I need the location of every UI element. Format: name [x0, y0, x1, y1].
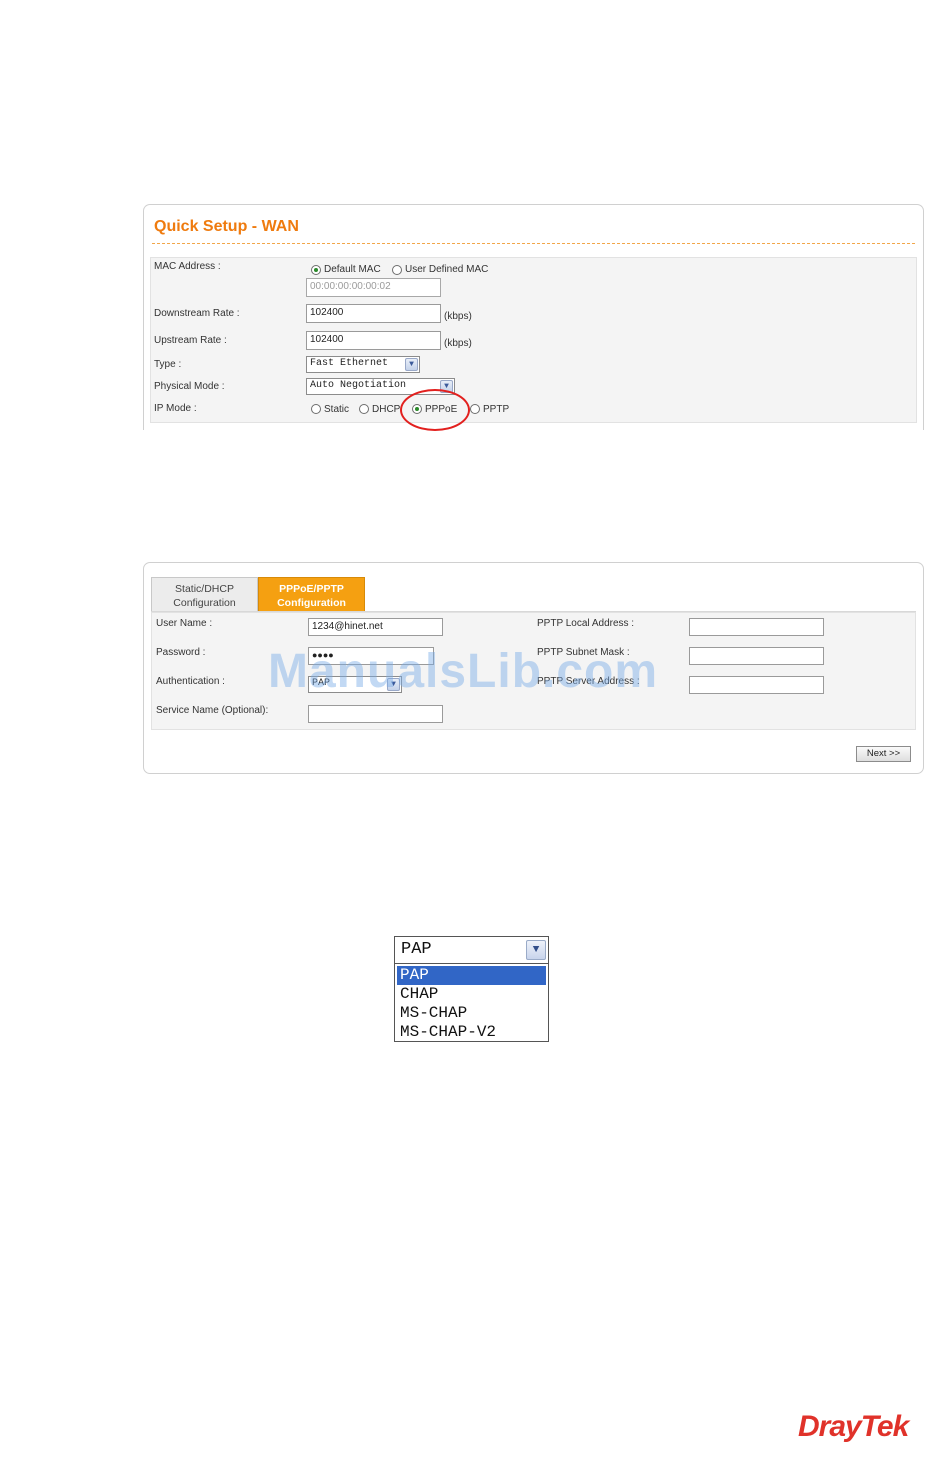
tab-static-dhcp[interactable]: Static/DHCP Configuration	[151, 577, 258, 612]
type-select[interactable]: Fast Ethernet ▼	[306, 356, 420, 373]
dropdown-option-chap[interactable]: CHAP	[397, 985, 546, 1004]
watermark: ManualsLib.com	[268, 645, 659, 698]
upstream-unit: (kbps)	[444, 338, 472, 349]
authentication-label: Authentication :	[156, 676, 225, 687]
draytek-logo: DrayTek	[798, 1410, 909, 1443]
pptp-local-address-label: PPTP Local Address :	[537, 618, 635, 629]
downstream-unit: (kbps)	[444, 311, 472, 322]
type-select-value: Fast Ethernet	[310, 358, 389, 369]
dropdown-selected-value[interactable]: PAP ▼	[395, 937, 548, 964]
page-title: Quick Setup - WAN	[154, 218, 299, 235]
service-name-field[interactable]	[308, 705, 443, 723]
tab-pppoe-pptp[interactable]: PPPoE/PPTP Configuration	[258, 577, 365, 612]
tab-pppoe-pptp-line1: PPPoE/PPTP	[279, 583, 344, 595]
user-defined-mac-radio[interactable]	[392, 265, 402, 275]
title-divider	[152, 243, 915, 244]
quick-setup-wan-panel: Quick Setup - WAN	[143, 204, 924, 430]
tab-static-dhcp-line2: Configuration	[173, 597, 236, 609]
service-name-label: Service Name (Optional):	[156, 705, 269, 716]
username-field[interactable]: 1234@hinet.net	[308, 618, 443, 636]
downstream-rate-field[interactable]: 102400	[306, 304, 441, 323]
ip-mode-static-radio[interactable]	[311, 404, 321, 414]
password-label: Password :	[156, 647, 206, 658]
pptp-local-address-field[interactable]	[689, 618, 824, 636]
dropdown-selected-text: PAP	[401, 940, 432, 959]
ip-mode-pptp-label: PPTP	[483, 404, 510, 415]
ip-mode-pptp-radio[interactable]	[470, 404, 480, 414]
physical-mode-label: Physical Mode :	[154, 381, 225, 392]
ip-mode-label: IP Mode :	[154, 403, 197, 414]
default-mac-radio[interactable]	[311, 265, 321, 275]
chevron-down-icon: ▼	[405, 358, 418, 371]
dropdown-option-ms-chap[interactable]: MS-CHAP	[397, 1004, 546, 1023]
pptp-subnet-mask-field[interactable]	[689, 647, 824, 665]
ip-mode-static-label: Static	[324, 404, 350, 415]
mac-address-label: MAC Address :	[154, 261, 221, 272]
next-button[interactable]: Next >>	[856, 746, 911, 762]
physical-mode-value: Auto Negotiation	[310, 380, 407, 391]
highlight-circle	[400, 389, 470, 431]
mac-address-field[interactable]: 00:00:00:00:00:02	[306, 278, 441, 297]
dropdown-option-pap[interactable]: PAP	[397, 966, 546, 985]
ip-mode-dhcp-label: DHCP	[372, 404, 401, 415]
dropdown-option-ms-chap-v2[interactable]: MS-CHAP-V2	[397, 1023, 546, 1042]
upstream-rate-label: Upstream Rate :	[154, 335, 227, 346]
downstream-rate-label: Downstream Rate :	[154, 308, 240, 319]
upstream-rate-field[interactable]: 102400	[306, 331, 441, 350]
type-label: Type :	[154, 359, 182, 370]
chevron-down-icon: ▼	[526, 940, 546, 960]
user-defined-mac-label: User Defined MAC	[405, 264, 489, 275]
tab-static-dhcp-line1: Static/DHCP	[175, 583, 234, 595]
wan-form	[150, 257, 917, 423]
username-label: User Name :	[156, 618, 213, 629]
authentication-dropdown-closeup[interactable]: PAP ▼ PAP CHAP MS-CHAP MS-CHAP-V2	[394, 936, 549, 1042]
tab-pppoe-pptp-line2: Configuration	[277, 597, 346, 609]
ip-mode-dhcp-radio[interactable]	[359, 404, 369, 414]
default-mac-label: Default MAC	[324, 264, 381, 275]
pptp-server-address-field[interactable]	[689, 676, 824, 694]
dropdown-options: PAP CHAP MS-CHAP MS-CHAP-V2	[397, 966, 546, 1042]
